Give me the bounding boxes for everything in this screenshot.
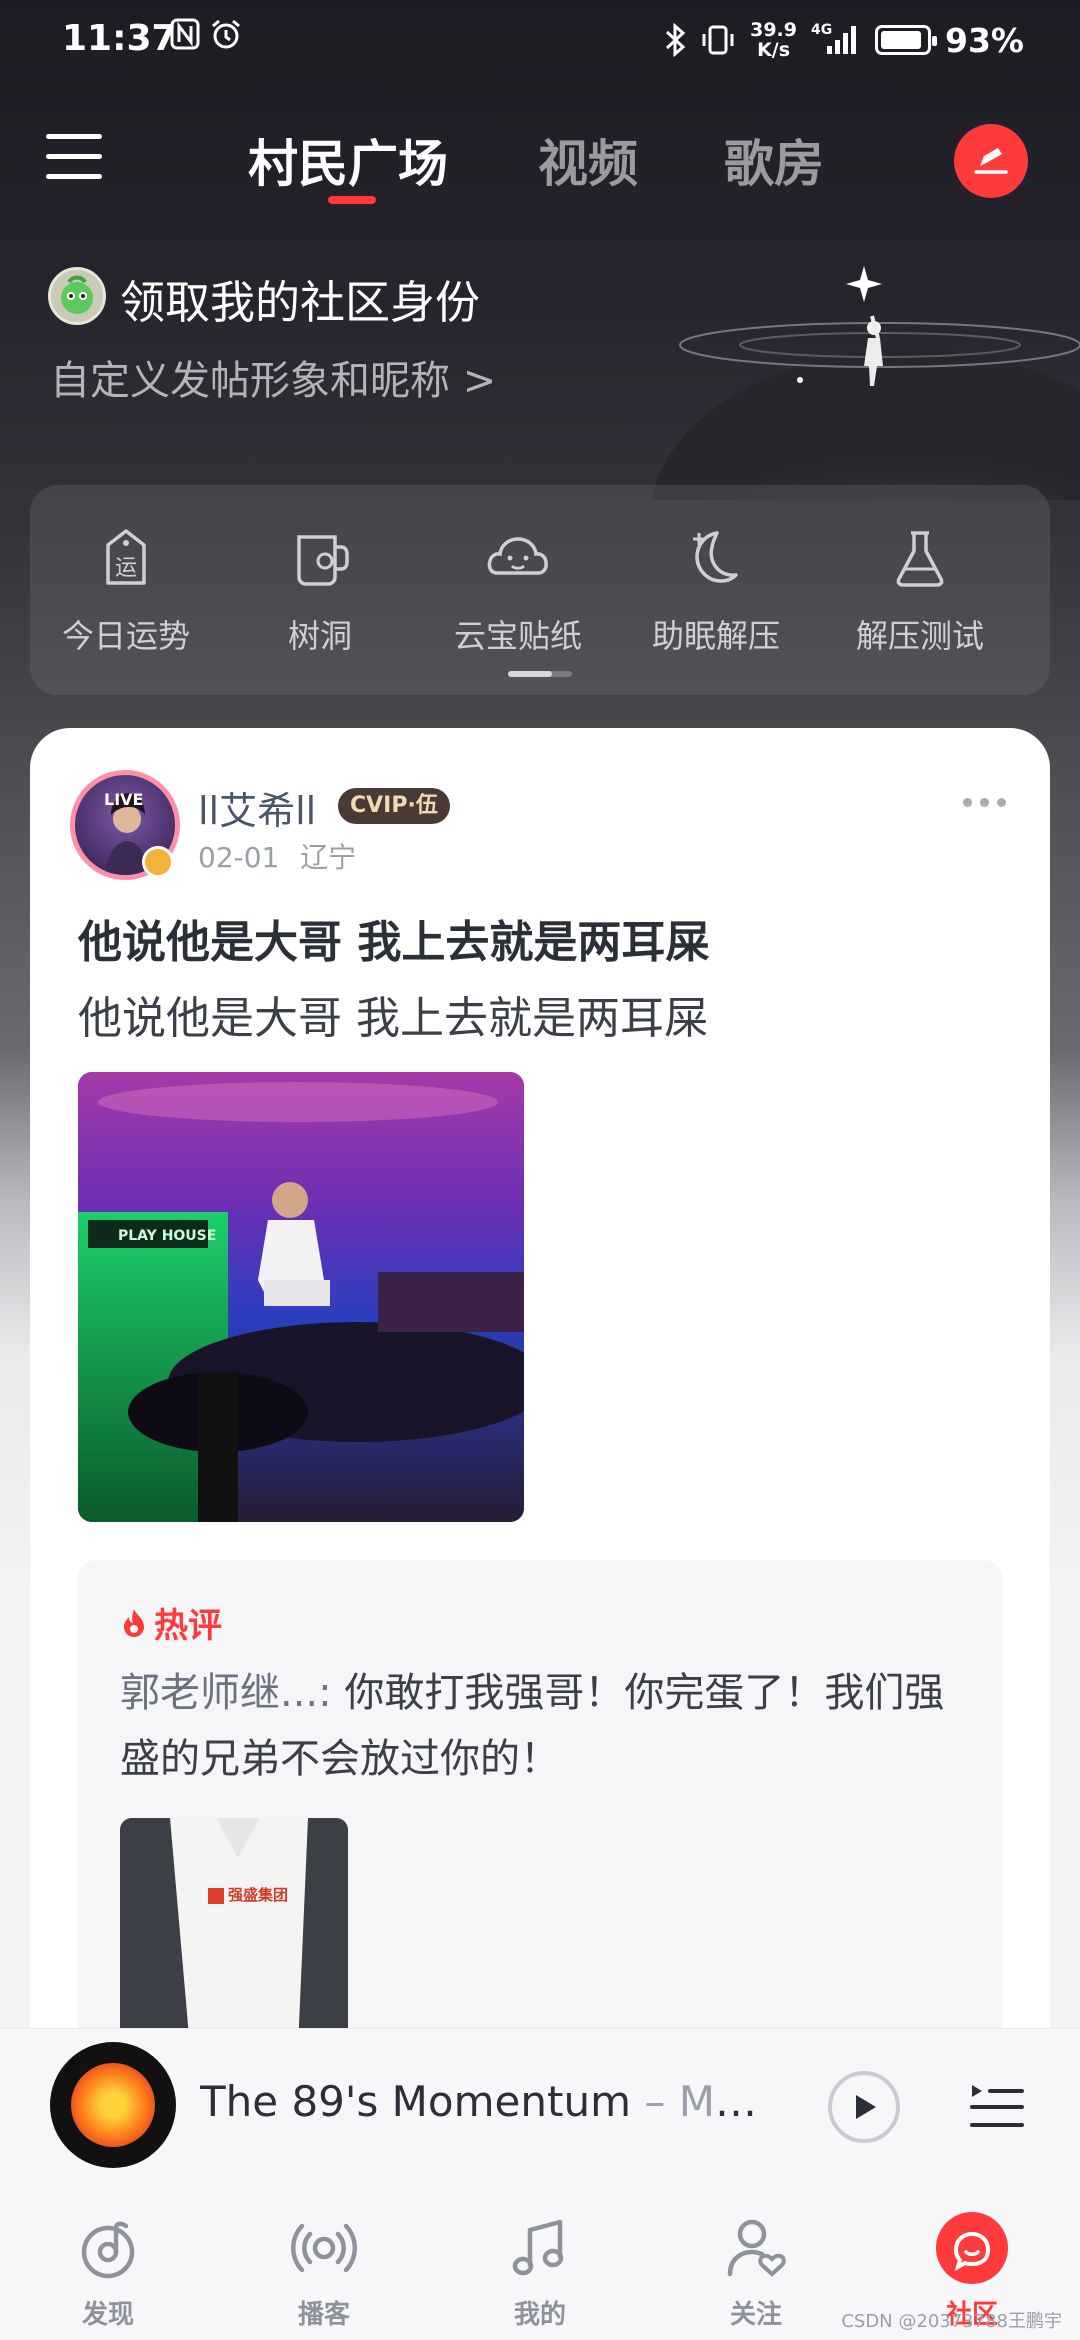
nav-label: 发现	[81, 2300, 134, 2330]
now-playing-title[interactable]: The 89's Momentum – MYU...	[200, 2077, 780, 2126]
hot-comment-label: 热评	[120, 1598, 222, 1647]
post-card[interactable]: LIVE ll艾希ll CVIP·伍 02-01 辽宁 他说他是大哥 我上去就是…	[30, 728, 1050, 2058]
song-artist: MYU...	[678, 2077, 780, 2126]
music-note-icon	[512, 2219, 564, 2276]
identity-title: 领取我的社区身份	[120, 276, 481, 329]
shortcut-sleep-relax[interactable]: 助眠解压	[626, 523, 806, 657]
hot-comment-text: 郭老师继...: 你敢打我强哥！你完蛋了！我们强盛的兄弟不会放过你的！	[120, 1660, 980, 1792]
hot-comment[interactable]: 热评 郭老师继...: 你敢打我强哥！你完蛋了！我们强盛的兄弟不会放过你的！ 强…	[78, 1560, 1002, 2058]
nav-follow[interactable]: 关注	[686, 2212, 826, 2331]
flask-icon	[896, 531, 944, 587]
nfc-icon	[170, 18, 200, 50]
shortcut-stress-test[interactable]: 解压测试	[830, 523, 1010, 657]
play-icon	[856, 2095, 876, 2119]
mini-player[interactable]: The 89's Momentum – MYU...	[0, 2028, 1080, 2188]
net-speed: 39.9 K/s	[750, 20, 797, 60]
more-options-icon[interactable]	[963, 798, 1006, 807]
hot-comment-image[interactable]: 强盛集团	[120, 1818, 348, 2048]
chevron-right-icon: >	[462, 358, 497, 404]
follow-icon	[727, 2219, 786, 2277]
podcast-icon	[291, 2223, 357, 2273]
hot-image-logo: 强盛集团	[228, 1886, 288, 1904]
vip-badge: CVIP·伍	[338, 788, 450, 824]
shortcut-label: 云宝贴纸	[453, 617, 582, 655]
song-separator: –	[631, 2077, 679, 2126]
signal-icon: 4G	[811, 22, 861, 56]
playlist-icon[interactable]	[968, 2081, 1024, 2133]
shortcut-tree-hole[interactable]: 树洞	[230, 523, 410, 657]
album-art	[71, 2063, 155, 2147]
shortcut-page-indicator	[508, 671, 572, 677]
shortcut-label: 助眠解压	[651, 617, 780, 655]
tab-karaoke[interactable]: 歌房	[724, 124, 824, 196]
nav-podcast[interactable]: 播客	[254, 2212, 394, 2331]
hot-comment-title: 热评	[154, 1606, 222, 1646]
live-tag: LIVE	[104, 790, 144, 809]
identity-subtitle-text: 自定义发帖形象和昵称	[50, 358, 450, 404]
nav-mine[interactable]: 我的	[470, 2212, 610, 2331]
bluetooth-icon	[666, 23, 686, 57]
net-speed-value: 39.9	[750, 19, 797, 41]
status-bar: 11:37 39.9 K/s 4G 93%	[0, 0, 1080, 84]
tab-video[interactable]: 视频	[538, 124, 638, 196]
play-button[interactable]	[828, 2071, 900, 2143]
shortcut-label: 树洞	[287, 617, 352, 655]
tab-village-square[interactable]: 村民广场	[248, 124, 448, 196]
post-date: 02-01	[198, 841, 280, 874]
shortcut-today-fortune[interactable]: 运 今日运势	[36, 523, 216, 657]
battery-icon	[875, 25, 937, 55]
astronaut-planet-illustration	[651, 266, 1080, 500]
menu-icon[interactable]	[46, 132, 104, 182]
shortcut-panel: 运 今日运势 树洞 云宝贴纸 助眠解压 解压测试	[30, 485, 1050, 695]
community-icon	[936, 2212, 1008, 2284]
alarm-icon	[212, 19, 240, 49]
moon-icon	[693, 531, 738, 583]
fortune-glyph: 运	[115, 556, 137, 581]
fortune-tag-icon: 运	[106, 529, 146, 585]
nav-label: 我的	[513, 2300, 566, 2330]
top-header: 村民广场 视频 歌房	[0, 110, 1080, 220]
hot-comment-user[interactable]: 郭老师继...:	[120, 1670, 332, 1716]
vibrate-icon	[702, 25, 734, 55]
play-house-sign: PLAY HOUSE	[118, 1228, 216, 1244]
song-title: The 89's Momentum	[200, 2077, 631, 2126]
shortcut-label: 今日运势	[61, 617, 190, 655]
discover-icon	[81, 2221, 135, 2279]
shortcut-label: 解压测试	[855, 617, 984, 655]
shortcut-cloud-stickers[interactable]: 云宝贴纸	[428, 523, 608, 657]
identity-subtitle[interactable]: 自定义发帖形象和昵称 >	[50, 348, 496, 406]
pen-icon	[974, 148, 1008, 174]
post-location: 辽宁	[300, 841, 357, 874]
identity-avatar	[48, 267, 106, 325]
nav-label: 关注	[729, 2300, 782, 2330]
post-meta: 02-01 辽宁	[198, 836, 356, 876]
cloud-face-icon	[487, 537, 548, 575]
nav-label: 播客	[297, 2300, 350, 2330]
status-left-icons	[170, 18, 242, 50]
mug-icon	[297, 535, 349, 586]
author-name[interactable]: ll艾希ll	[198, 780, 316, 835]
flame-icon	[124, 1608, 144, 1637]
vip-star-icon	[142, 846, 174, 878]
post-title: 他说他是大哥 我上去就是两耳屎	[78, 917, 710, 968]
status-time: 11:37	[62, 18, 177, 59]
csdn-watermark: CSDN @20373788王鹏宇	[841, 2311, 1062, 2332]
status-right: 39.9 K/s 4G 93%	[664, 20, 1024, 60]
net-speed-unit: K/s	[757, 39, 791, 61]
album-disc[interactable]	[50, 2042, 176, 2168]
battery-percent: 93%	[945, 20, 1024, 60]
post-body: 他说他是大哥 我上去就是两耳屎	[78, 993, 708, 1044]
nav-discover[interactable]: 发现	[38, 2212, 178, 2331]
compose-post-button[interactable]	[954, 124, 1028, 198]
community-identity-banner[interactable]: 领取我的社区身份 自定义发帖形象和昵称 >	[48, 262, 648, 422]
active-tab-indicator	[328, 196, 376, 204]
post-image[interactable]: PLAY HOUSE	[78, 1072, 524, 1522]
